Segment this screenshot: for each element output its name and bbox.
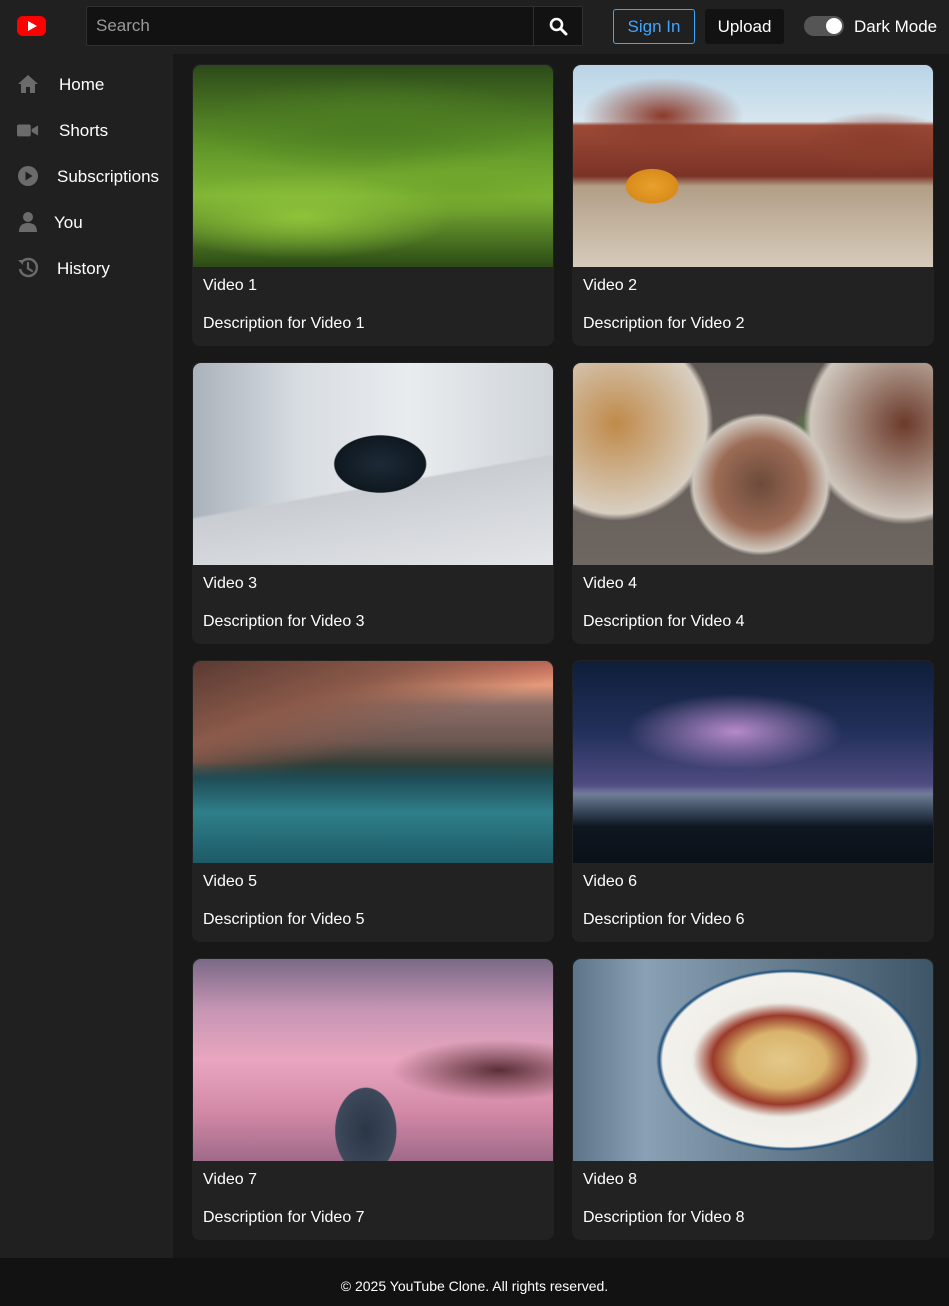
video-card[interactable]: Video 6 Description for Video 6	[572, 660, 934, 942]
video-title[interactable]: Video 8	[583, 1171, 637, 1189]
video-description: Description for Video 8	[583, 1209, 745, 1226]
video-description: Description for Video 3	[203, 613, 365, 630]
video-camera-icon	[17, 124, 39, 137]
dark-mode-label: Dark Mode	[854, 17, 938, 36]
sidebar-item-shorts[interactable]: Shorts	[0, 109, 173, 155]
sidebar-item-history[interactable]: History	[0, 247, 173, 293]
sidebar: Home Shorts Subscriptions You History	[0, 54, 173, 1258]
video-thumbnail[interactable]	[573, 65, 933, 267]
video-thumbnail[interactable]	[193, 65, 553, 267]
home-icon	[18, 75, 38, 93]
video-description: Description for Video 1	[203, 315, 365, 332]
search-input[interactable]	[87, 7, 533, 45]
video-description: Description for Video 4	[583, 613, 745, 630]
sidebar-item-label: Home	[59, 75, 105, 94]
sidebar-item-label: History	[57, 259, 110, 278]
user-icon	[19, 212, 37, 232]
video-title[interactable]: Video 5	[203, 873, 257, 891]
sidebar-item-subscriptions[interactable]: Subscriptions	[0, 155, 173, 201]
video-title[interactable]: Video 7	[203, 1171, 257, 1189]
video-description: Description for Video 2	[583, 315, 745, 332]
video-card[interactable]: Video 5 Description for Video 5	[192, 660, 554, 942]
video-title[interactable]: Video 3	[203, 575, 257, 593]
video-thumbnail[interactable]	[193, 959, 553, 1161]
video-card[interactable]: Video 3 Description for Video 3	[192, 362, 554, 644]
dark-mode-toggle[interactable]	[804, 16, 844, 36]
video-description: Description for Video 6	[583, 911, 745, 928]
sidebar-item-you[interactable]: You	[0, 201, 173, 247]
footer-copyright: © 2025 YouTube Clone. All rights reserve…	[340, 1278, 609, 1294]
upload-button[interactable]: Upload	[705, 9, 784, 44]
video-title[interactable]: Video 1	[203, 277, 257, 295]
youtube-logo[interactable]	[17, 16, 46, 36]
sidebar-item-home[interactable]: Home	[0, 63, 173, 109]
video-description: Description for Video 7	[203, 1209, 365, 1226]
video-card[interactable]: Video 8 Description for Video 8	[572, 958, 934, 1240]
history-icon	[18, 257, 39, 278]
video-card[interactable]: Video 4 Description for Video 4	[572, 362, 934, 644]
search-icon	[549, 17, 568, 36]
sidebar-item-label: Subscriptions	[57, 167, 160, 186]
footer: © 2025 YouTube Clone. All rights reserve…	[0, 1258, 949, 1306]
video-thumbnail[interactable]	[573, 661, 933, 863]
video-card[interactable]: Video 2 Description for Video 2	[572, 64, 934, 346]
toggle-knob	[826, 18, 842, 34]
video-thumbnail[interactable]	[193, 661, 553, 863]
sign-in-button[interactable]: Sign In	[613, 9, 695, 44]
play-circle-icon	[18, 166, 38, 186]
sidebar-item-label: You	[54, 213, 83, 232]
top-bar: Sign In Upload Dark Mode	[0, 0, 949, 54]
video-title[interactable]: Video 6	[583, 873, 637, 891]
video-thumbnail[interactable]	[193, 363, 553, 565]
video-card[interactable]: Video 1 Description for Video 1	[192, 64, 554, 346]
video-title[interactable]: Video 4	[583, 575, 637, 593]
sidebar-item-label: Shorts	[59, 121, 109, 140]
video-description: Description for Video 5	[203, 911, 365, 928]
search-button[interactable]	[533, 7, 582, 45]
search-bar	[86, 6, 583, 46]
video-thumbnail[interactable]	[573, 363, 933, 565]
video-thumbnail[interactable]	[573, 959, 933, 1161]
video-card[interactable]: Video 7 Description for Video 7	[192, 958, 554, 1240]
video-title[interactable]: Video 2	[583, 277, 637, 295]
